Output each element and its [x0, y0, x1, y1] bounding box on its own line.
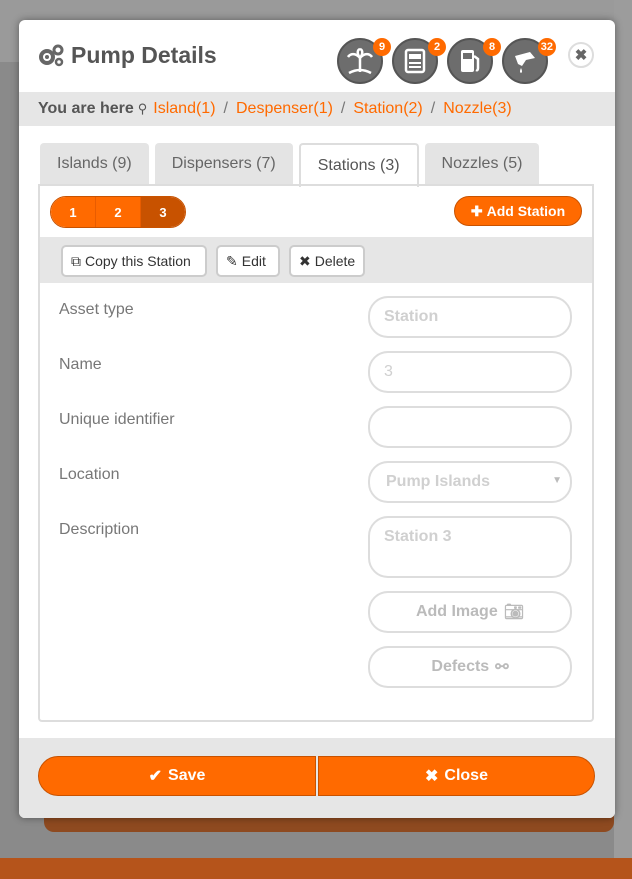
header-icons: 9 2 8 32 — [337, 38, 556, 84]
check-icon: ✔ — [148, 768, 163, 785]
breadcrumb-island[interactable]: Island(1) — [153, 100, 215, 118]
save-button[interactable]: ✔ Save — [38, 756, 316, 796]
island-count-badge: 9 — [373, 38, 391, 56]
gears-icon — [39, 44, 64, 66]
broken-link-icon: ⚯ — [495, 659, 509, 676]
modal-title: Pump Details — [37, 42, 217, 69]
breadcrumb-nozzle[interactable]: Nozzle(3) — [443, 100, 511, 118]
plus-icon: ✚ — [470, 202, 483, 219]
tab-nozzles[interactable]: Nozzles (5) — [424, 143, 540, 185]
tab-dispensers[interactable]: Dispensers (7) — [154, 143, 293, 185]
asset-type-label: Asset type — [59, 301, 134, 318]
nozzle-icon[interactable]: 32 — [502, 38, 556, 84]
copy-station-button[interactable]: ⧉ Copy this Station — [61, 245, 207, 277]
island-icon[interactable]: 9 — [337, 38, 391, 84]
breadcrumb-lead: You are here — [38, 100, 134, 117]
station-toolbar: ⧉ Copy this Station ✎ Edit ✖ Delete — [40, 237, 592, 283]
delete-button[interactable]: ✖ Delete — [289, 245, 365, 277]
page-2-button[interactable]: 2 — [96, 197, 141, 227]
delete-icon: ✖ — [299, 252, 311, 269]
dispenser-icon[interactable]: 2 — [392, 38, 446, 84]
background-side — [614, 0, 632, 879]
breadcrumb-separator: / — [430, 100, 436, 117]
unique-identifier-field[interactable] — [368, 406, 572, 448]
map-marker-icon: ⚲ — [137, 101, 148, 116]
stations-panel: 1 2 3 ✚ Add Station ⧉ Copy this Station … — [38, 184, 594, 722]
unique-identifier-label: Unique identifier — [59, 411, 175, 428]
description-textarea[interactable]: Station 3 — [368, 516, 572, 578]
edit-label: Edit — [241, 253, 266, 269]
tab-islands[interactable]: Islands (9) — [40, 143, 149, 185]
name-field[interactable]: 3 — [368, 351, 572, 393]
page-1-button[interactable]: 1 — [51, 197, 96, 227]
station-pager: 1 2 3 — [50, 196, 186, 228]
fuel-pump-count-badge: 8 — [483, 38, 501, 56]
pump-details-modal: Pump Details 9 2 8 32 ✖ You are here ⚲ I… — [19, 20, 615, 818]
close-button[interactable]: ✖ Close — [318, 756, 595, 796]
add-station-label: Add Station — [486, 203, 566, 219]
dispenser-count-badge: 2 — [428, 38, 446, 56]
breadcrumb-dispenser[interactable]: Despenser(1) — [236, 100, 333, 118]
defects-label: Defects — [431, 658, 490, 675]
edit-icon: ✎ — [226, 252, 238, 269]
close-label: Close — [444, 767, 488, 784]
copy-station-label: Copy this Station — [85, 253, 191, 269]
tab-bar: Islands (9) Dispensers (7) Stations (3) … — [40, 143, 540, 187]
copy-icon: ⧉ — [71, 252, 81, 269]
modal-header: Pump Details 9 2 8 32 ✖ — [19, 20, 615, 92]
location-select[interactable]: Pump Islands ▼ — [368, 461, 572, 503]
breadcrumb-separator: / — [340, 100, 346, 117]
asset-type-field[interactable]: Station — [368, 296, 572, 338]
save-label: Save — [168, 767, 206, 784]
location-label: Location — [59, 466, 120, 483]
breadcrumb-separator: / — [223, 100, 228, 117]
tab-stations[interactable]: Stations (3) — [298, 143, 419, 187]
breadcrumb: You are here ⚲ Island(1) / Despenser(1) … — [19, 92, 615, 126]
add-station-button[interactable]: ✚ Add Station — [454, 196, 582, 226]
camera-icon: 📷︎ — [503, 604, 525, 621]
chevron-down-icon: ▼ — [552, 475, 562, 486]
add-image-button[interactable]: Add Image 📷︎ — [368, 591, 572, 633]
page-3-button[interactable]: 3 — [141, 197, 185, 227]
fuel-pump-icon[interactable]: 8 — [447, 38, 501, 84]
location-value: Pump Islands — [386, 473, 491, 490]
edit-button[interactable]: ✎ Edit — [216, 245, 280, 277]
add-image-label: Add Image — [415, 603, 498, 620]
close-icon: ✖ — [425, 768, 439, 785]
close-icon[interactable]: ✖ — [568, 42, 594, 68]
modal-title-text: Pump Details — [71, 42, 217, 68]
description-label: Description — [59, 521, 140, 538]
name-label: Name — [59, 356, 102, 373]
background-footer-bar — [0, 858, 632, 879]
modal-footer: ✔ Save ✖ Close — [19, 738, 615, 818]
defects-button[interactable]: Defects ⚯ — [368, 646, 572, 688]
breadcrumb-station[interactable]: Station(2) — [353, 100, 422, 118]
delete-label: Delete — [314, 253, 356, 269]
nozzle-count-badge: 32 — [537, 38, 556, 56]
